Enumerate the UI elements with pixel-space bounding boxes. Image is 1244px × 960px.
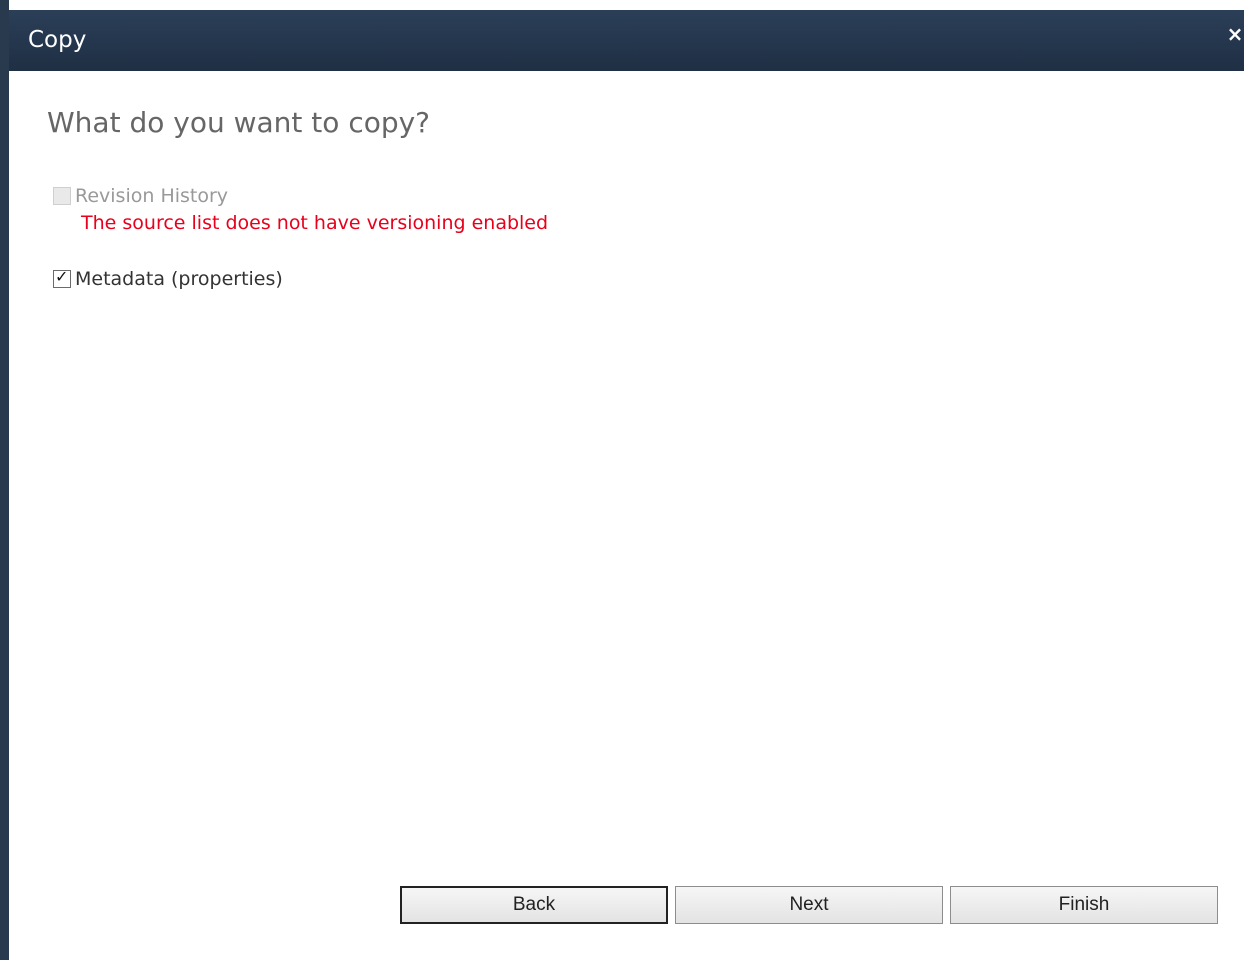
revision-history-label: Revision History (75, 185, 229, 207)
next-button[interactable]: Next (675, 886, 943, 924)
page-heading: What do you want to copy? (47, 106, 431, 139)
dialog-titlebar: Copy × (9, 10, 1244, 71)
finish-button[interactable]: Finish (950, 886, 1218, 924)
revision-history-checkbox[interactable] (53, 187, 71, 205)
metadata-label: Metadata (properties) (75, 268, 283, 290)
copy-dialog: Copy × What do you want to copy? Revisio… (0, 0, 1244, 960)
revision-history-option: Revision History (53, 185, 228, 207)
back-button[interactable]: Back (400, 886, 668, 924)
metadata-option[interactable]: ✓ Metadata (properties) (53, 268, 283, 290)
dialog-title: Copy (28, 27, 87, 53)
checkmark-icon: ✓ (55, 267, 69, 286)
close-icon[interactable]: × (1226, 22, 1244, 46)
versioning-error-message: The source list does not have versioning… (81, 212, 549, 234)
metadata-checkbox[interactable]: ✓ (53, 267, 71, 288)
